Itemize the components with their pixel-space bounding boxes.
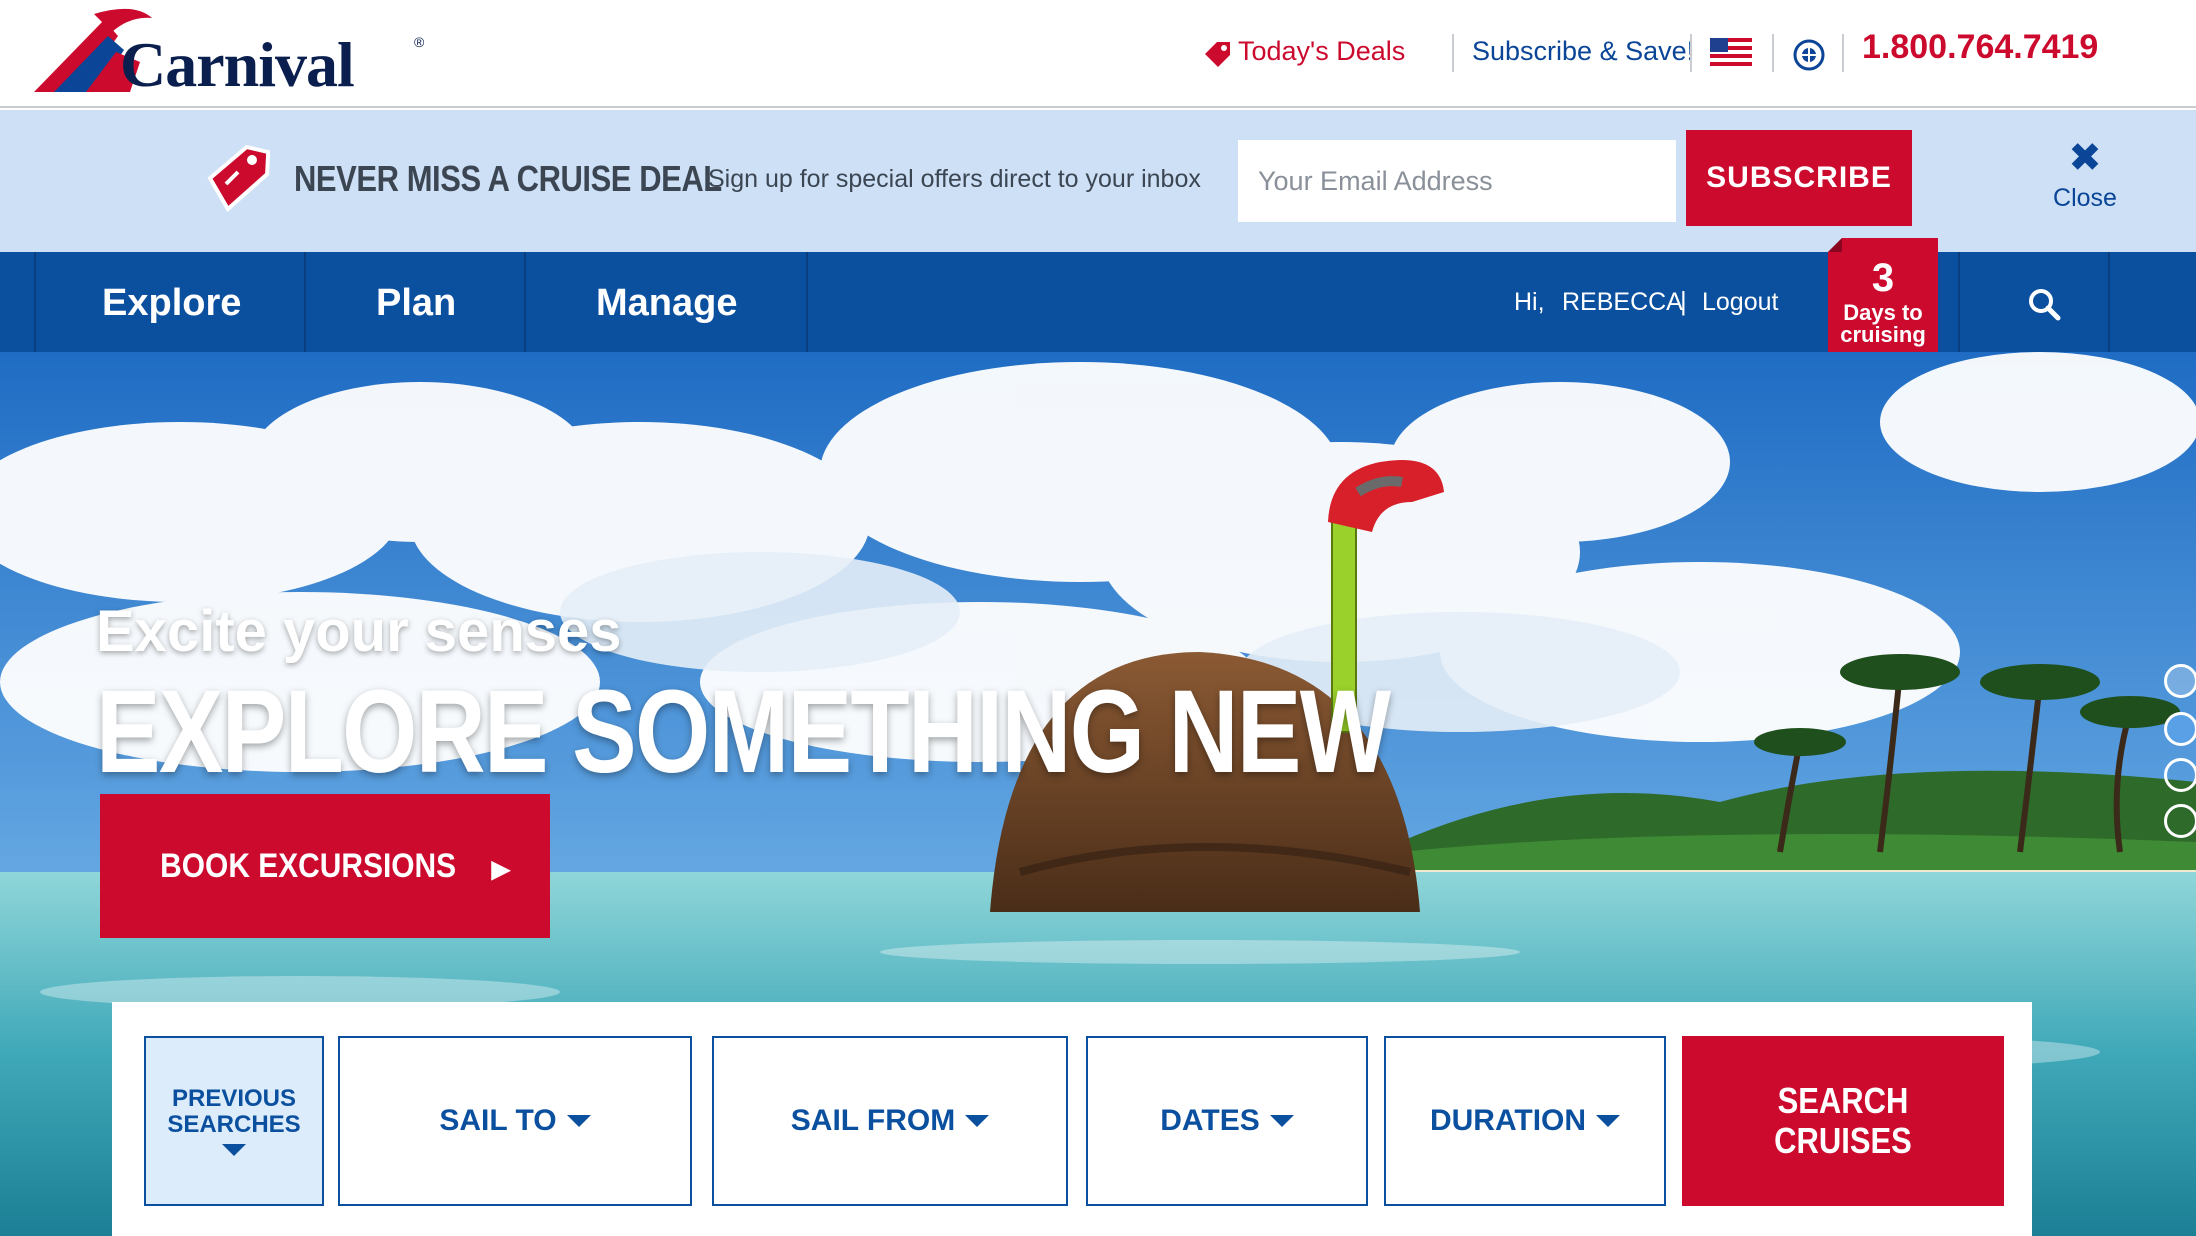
carousel-dot[interactable]: [2164, 712, 2196, 746]
search-cruises-line2: CRUISES: [1774, 1120, 1912, 1161]
us-flag-icon[interactable]: [1710, 38, 1752, 66]
tag-icon: [1205, 42, 1230, 67]
search-icon[interactable]: [2026, 286, 2062, 322]
hero-headline: EXPLORE SOMETHING NEW: [96, 666, 1391, 798]
book-excursions-label: BOOK EXCURSIONS: [160, 846, 456, 885]
book-excursions-button[interactable]: BOOK EXCURSIONS ▶: [100, 794, 550, 938]
play-arrow-icon: ▶: [491, 855, 511, 883]
nav-divider: [2108, 252, 2110, 352]
carousel-pause-button[interactable]: [2164, 664, 2196, 698]
greeting-text: Hi,: [1514, 288, 1545, 316]
chevron-down-icon: [965, 1115, 990, 1127]
subscribe-save-link[interactable]: Subscribe & Save!: [1472, 36, 1694, 67]
utility-divider: [1772, 34, 1774, 72]
nav-separator: |: [1680, 286, 1687, 316]
nav-divider: [34, 252, 36, 352]
hero-tagline: Excite your senses: [96, 599, 622, 664]
phone-number-link[interactable]: 1.800.764.7419: [1862, 28, 2098, 67]
chevron-down-icon: [222, 1144, 246, 1156]
logout-link[interactable]: Logout: [1702, 288, 1778, 317]
nav-item-explore[interactable]: Explore: [102, 282, 241, 325]
logo-wordmark: Carnival: [120, 29, 355, 100]
subscribe-button[interactable]: SUBSCRIBE: [1686, 130, 1912, 226]
sail-to-dropdown[interactable]: SAIL TO: [338, 1036, 692, 1206]
carousel-dot[interactable]: [2164, 758, 2196, 792]
newsletter-promo-bar: NEVER MISS A CRUISE DEAL Sign up for spe…: [0, 110, 2196, 252]
globe-icon[interactable]: [1792, 38, 1826, 72]
chevron-down-icon: [566, 1115, 591, 1127]
close-icon: ✖: [2068, 136, 2102, 180]
carnival-logo[interactable]: Carnival ®: [34, 6, 424, 100]
promo-subtitle: Sign up for special offers direct to you…: [708, 165, 1201, 193]
countdown-label-line1: Days to: [1843, 300, 1923, 325]
nav-item-manage[interactable]: Manage: [596, 282, 737, 325]
nav-divider: [1958, 252, 1960, 352]
previous-searches-line1: PREVIOUS: [171, 1085, 297, 1112]
user-name-link[interactable]: REBECCA: [1562, 288, 1683, 317]
utility-divider: [1452, 34, 1454, 72]
chevron-down-icon: [1596, 1115, 1621, 1127]
promo-title: NEVER MISS A CRUISE DEAL: [294, 158, 722, 199]
search-cruises-button[interactable]: SEARCH CRUISES: [1682, 1036, 2004, 1206]
close-promo-button[interactable]: ✖ Close: [2040, 138, 2130, 218]
previous-searches-line2: SEARCHES: [167, 1111, 301, 1138]
nav-divider: [806, 252, 808, 352]
duration-dropdown[interactable]: DURATION: [1384, 1036, 1666, 1206]
sail-from-dropdown[interactable]: SAIL FROM: [712, 1036, 1068, 1206]
close-label: Close: [2053, 184, 2117, 212]
price-tag-icon: [207, 144, 270, 213]
nav-item-plan[interactable]: Plan: [376, 282, 456, 325]
todays-deals-link[interactable]: Today's Deals: [1205, 36, 1406, 67]
top-utility-bar: Carnival ® Today's Deals Subscribe & Sav…: [0, 0, 2196, 108]
nav-divider: [304, 252, 306, 352]
previous-searches-button[interactable]: PREVIOUS SEARCHES: [144, 1036, 324, 1206]
registered-mark: ®: [414, 34, 425, 50]
email-input[interactable]: [1238, 140, 1676, 222]
chevron-down-icon: [1269, 1115, 1294, 1127]
dates-dropdown[interactable]: DATES: [1086, 1036, 1368, 1206]
countdown-days-number: 3: [1871, 256, 1895, 300]
carousel-dot[interactable]: [2164, 804, 2196, 838]
utility-divider: [1690, 34, 1692, 72]
countdown-label-line2: cruising: [1840, 322, 1926, 347]
sail-from-label: SAIL FROM: [790, 1104, 956, 1137]
sail-to-label: SAIL TO: [439, 1104, 557, 1137]
nav-divider: [524, 252, 526, 352]
search-cruises-line1: SEARCH: [1777, 1080, 1909, 1121]
todays-deals-label: Today's Deals: [1238, 36, 1406, 66]
dates-label: DATES: [1160, 1104, 1260, 1137]
duration-label: DURATION: [1429, 1104, 1587, 1137]
utility-divider: [1842, 34, 1844, 72]
